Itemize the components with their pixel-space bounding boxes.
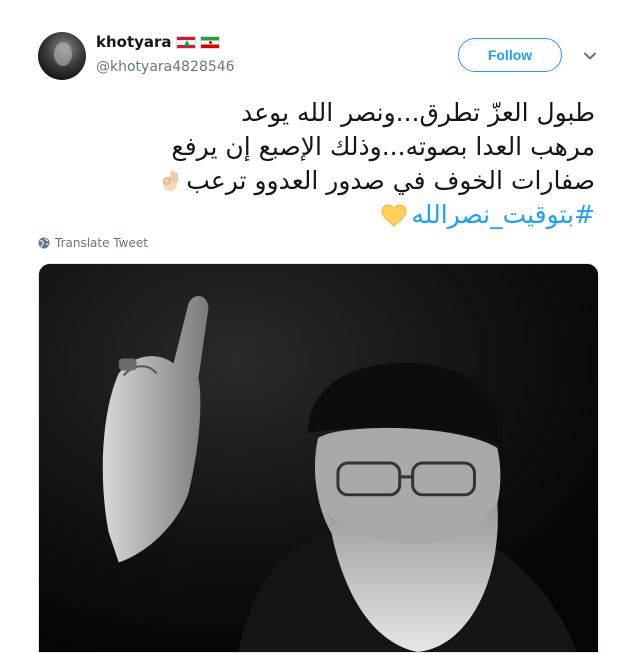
tweet-photo[interactable]: [38, 263, 599, 653]
tweet-line-3: صفارات الخوف في صدور العدوو ترعب: [186, 166, 595, 195]
chevron-down-icon[interactable]: [583, 49, 597, 63]
iran-flag-icon: [199, 35, 220, 49]
photo-illustration: [39, 264, 598, 652]
hashtag-link[interactable]: #بتوقيت_نصرالله: [411, 200, 595, 229]
user-name-row[interactable]: khotyara: [96, 33, 220, 51]
display-name[interactable]: khotyara: [96, 33, 172, 51]
translate-tweet-link[interactable]: Translate Tweet: [38, 236, 148, 250]
avatar[interactable]: [38, 32, 86, 80]
yellow-heart-emoji: [381, 204, 407, 227]
translate-tweet-label[interactable]: Translate Tweet: [55, 236, 148, 250]
lebanon-flag-icon: [175, 35, 196, 49]
tweet-line-2: مرهب العدا بصوته...وذلك الإصبع إن يرفع: [171, 132, 595, 161]
globe-icon: [38, 237, 50, 249]
tweet-line-1: طبول العزّ تطرق...ونصر الله يوعد: [241, 98, 595, 127]
tweet-line-3-row: صفارات الخوف في صدور العدوو ترعب: [40, 164, 595, 198]
ok-hand-emoji: [163, 170, 179, 191]
follow-button[interactable]: Follow: [458, 38, 562, 72]
tweet-text: طبول العزّ تطرق...ونصر الله يوعد مرهب ال…: [40, 96, 595, 232]
user-handle[interactable]: @khotyara4828546: [96, 59, 235, 75]
hashtag-row: #بتوقيت_نصرالله: [40, 198, 595, 232]
